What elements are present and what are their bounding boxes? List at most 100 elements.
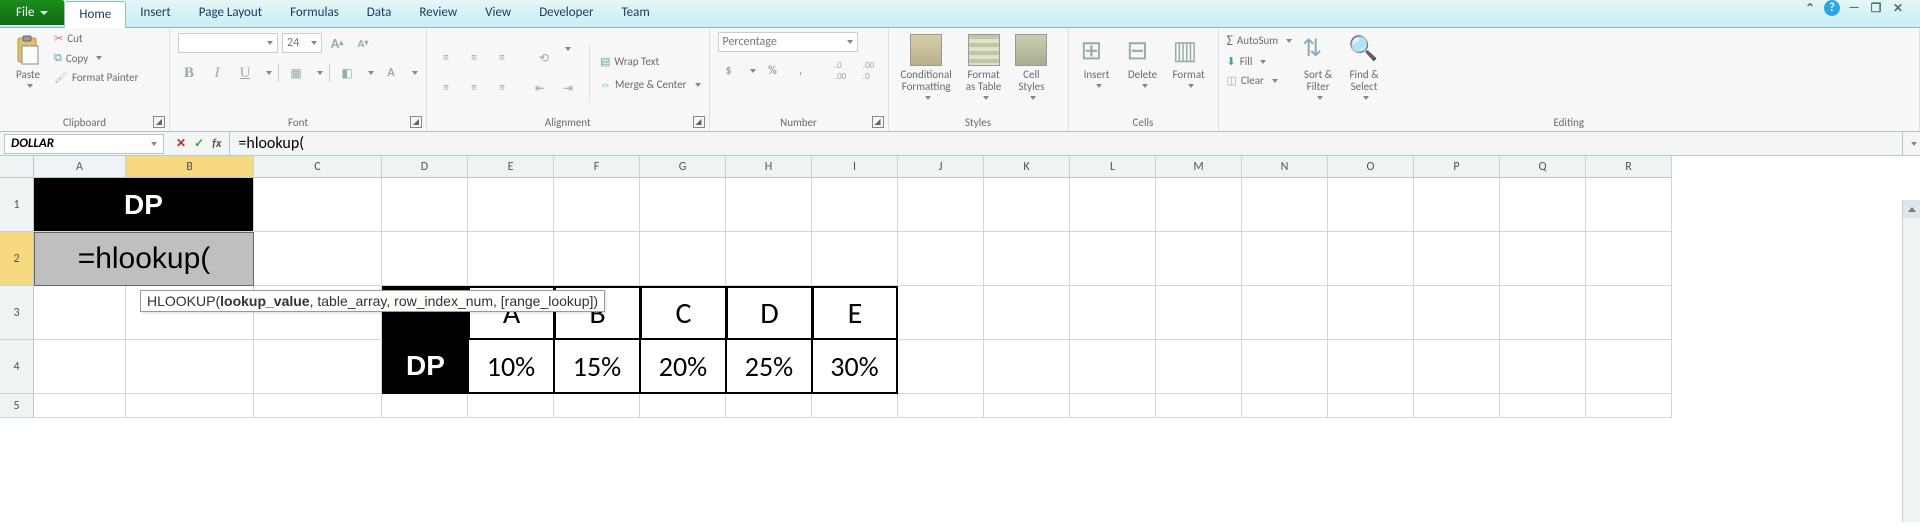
tab-team[interactable]: Team xyxy=(607,0,663,25)
col-header-O[interactable]: O xyxy=(1328,156,1414,178)
cell-D2[interactable] xyxy=(382,232,468,286)
vertical-scrollbar[interactable] xyxy=(1902,200,1920,522)
cell-O1[interactable] xyxy=(1328,178,1414,232)
cell-J5[interactable] xyxy=(898,394,984,418)
cell-H1[interactable] xyxy=(726,178,812,232)
font-dialog-launcher[interactable]: ◢ xyxy=(410,116,422,128)
cell-M3[interactable] xyxy=(1156,286,1242,340)
cell-L1[interactable] xyxy=(1070,178,1156,232)
cell-B5[interactable] xyxy=(126,394,254,418)
cell-G4[interactable]: 20% xyxy=(640,340,726,394)
cell-G3[interactable]: C xyxy=(640,286,726,340)
cell-Q3[interactable] xyxy=(1500,286,1586,340)
align-bottom-icon[interactable]: ≡ xyxy=(491,47,513,69)
delete-cells-button[interactable]: ⊟Delete xyxy=(1123,32,1163,90)
cell-M4[interactable] xyxy=(1156,340,1242,394)
enter-formula-icon[interactable]: ✓ xyxy=(194,136,204,151)
formula-bar-input[interactable]: =hlookup( xyxy=(229,132,1902,155)
col-header-L[interactable]: L xyxy=(1070,156,1156,178)
cell-K3[interactable] xyxy=(984,286,1070,340)
cell-Q4[interactable] xyxy=(1500,340,1586,394)
cell-A5[interactable] xyxy=(34,394,126,418)
row-header-1[interactable]: 1 xyxy=(0,178,34,232)
decrease-font-icon[interactable]: A▾ xyxy=(352,32,374,54)
cell-F5[interactable] xyxy=(554,394,640,418)
fill-color-button[interactable]: ◧ xyxy=(336,62,358,84)
autosum-button[interactable]: ΣAutoSum xyxy=(1227,32,1293,49)
cell-P3[interactable] xyxy=(1414,286,1500,340)
cell-C4[interactable] xyxy=(254,340,382,394)
increase-indent-icon[interactable]: ⇥ xyxy=(557,77,579,99)
cell-P2[interactable] xyxy=(1414,232,1500,286)
cell-H5[interactable] xyxy=(726,394,812,418)
cancel-formula-icon[interactable]: ✕ xyxy=(176,136,186,151)
cell-O4[interactable] xyxy=(1328,340,1414,394)
cell-J1[interactable] xyxy=(898,178,984,232)
cell-H4[interactable]: 25% xyxy=(726,340,812,394)
bold-button[interactable]: B xyxy=(178,62,200,84)
decrease-decimal-button[interactable]: .00.0 xyxy=(858,60,880,82)
italic-button[interactable]: I xyxy=(206,62,228,84)
comma-format-button[interactable]: , xyxy=(790,60,812,82)
cell-D5[interactable] xyxy=(382,394,468,418)
increase-font-icon[interactable]: A▴ xyxy=(326,32,348,54)
tab-formulas[interactable]: Formulas xyxy=(276,0,353,25)
cell-F4[interactable]: 15% xyxy=(554,340,640,394)
col-header-M[interactable]: M xyxy=(1156,156,1242,178)
tab-page-layout[interactable]: Page Layout xyxy=(185,0,276,25)
align-right-icon[interactable]: ≡ xyxy=(491,77,513,99)
font-color-button[interactable]: A xyxy=(380,62,402,84)
cell-E2[interactable] xyxy=(468,232,554,286)
font-size-select[interactable]: 24 xyxy=(282,33,322,53)
cell-A4[interactable] xyxy=(34,340,126,394)
cell-K5[interactable] xyxy=(984,394,1070,418)
cell-I4[interactable]: 30% xyxy=(812,340,898,394)
col-header-J[interactable]: J xyxy=(898,156,984,178)
cell-N4[interactable] xyxy=(1242,340,1328,394)
col-header-H[interactable]: H xyxy=(726,156,812,178)
wrap-text-button[interactable]: ▤Wrap Text xyxy=(600,55,701,68)
font-family-select[interactable] xyxy=(178,33,278,53)
cell-P5[interactable] xyxy=(1414,394,1500,418)
cell-C1[interactable] xyxy=(254,178,382,232)
cell-styles-button[interactable]: Cell Styles xyxy=(1011,32,1051,102)
number-dialog-launcher[interactable]: ◢ xyxy=(872,116,884,128)
cell-F2[interactable] xyxy=(554,232,640,286)
tab-home[interactable]: Home xyxy=(64,1,126,28)
underline-button[interactable]: U xyxy=(234,62,256,84)
cell-M5[interactable] xyxy=(1156,394,1242,418)
cell-G2[interactable] xyxy=(640,232,726,286)
cell-O2[interactable] xyxy=(1328,232,1414,286)
accounting-format-button[interactable]: $ xyxy=(718,60,740,82)
cell-F1[interactable] xyxy=(554,178,640,232)
col-header-K[interactable]: K xyxy=(984,156,1070,178)
cell-K2[interactable] xyxy=(984,232,1070,286)
increase-decimal-button[interactable]: .0.00 xyxy=(830,60,852,82)
orientation-icon[interactable]: ⟲ xyxy=(533,47,555,69)
help-icon[interactable]: ? xyxy=(1824,0,1840,16)
cell-J4[interactable] xyxy=(898,340,984,394)
minimize-ribbon-icon[interactable]: ⌃ xyxy=(1802,0,1818,16)
cell-R3[interactable] xyxy=(1586,286,1672,340)
cell-G5[interactable] xyxy=(640,394,726,418)
cell-D4[interactable]: DP xyxy=(382,340,468,394)
find-select-button[interactable]: 🔍Find & Select xyxy=(1344,32,1384,102)
cell-M2[interactable] xyxy=(1156,232,1242,286)
tab-insert[interactable]: Insert xyxy=(126,0,185,25)
copy-button[interactable]: ⧉Copy xyxy=(54,51,138,65)
cell-I2[interactable] xyxy=(812,232,898,286)
borders-button[interactable]: ▦ xyxy=(285,62,307,84)
cell-C5[interactable] xyxy=(254,394,382,418)
cell-R1[interactable] xyxy=(1586,178,1672,232)
insert-function-icon[interactable]: fx xyxy=(212,137,221,151)
cell-N2[interactable] xyxy=(1242,232,1328,286)
col-header-F[interactable]: F xyxy=(554,156,640,178)
select-all-corner[interactable] xyxy=(0,156,34,178)
cell-C2[interactable] xyxy=(254,232,382,286)
conditional-formatting-button[interactable]: Conditional Formatting xyxy=(897,32,956,102)
col-header-G[interactable]: G xyxy=(640,156,726,178)
cell-P1[interactable] xyxy=(1414,178,1500,232)
insert-cells-button[interactable]: ⊞Insert xyxy=(1077,32,1117,90)
cell-L2[interactable] xyxy=(1070,232,1156,286)
cell-Q1[interactable] xyxy=(1500,178,1586,232)
